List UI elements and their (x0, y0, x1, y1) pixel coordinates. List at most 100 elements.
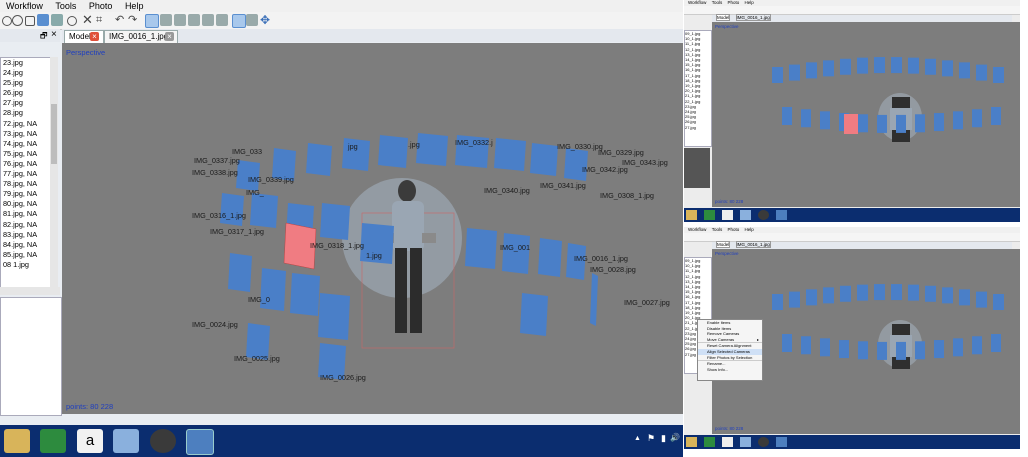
tr-menu-workflow[interactable]: Workflow (688, 0, 706, 5)
tab-model-close-icon[interactable]: × (90, 32, 99, 41)
context-menu-item[interactable]: Show Info... (698, 367, 762, 373)
photo-list-item[interactable]: 25.jpg (1, 78, 53, 88)
context-menu-item[interactable]: Move Cameras ▸ (698, 337, 762, 343)
menu-photo[interactable]: Photo (89, 0, 113, 12)
mini-camera-plane[interactable] (789, 291, 800, 308)
mini-camera-plane[interactable] (896, 114, 906, 133)
tr-tab-image[interactable]: IMG_0016_1.jpg (735, 14, 771, 21)
tr-amazon-icon[interactable] (722, 210, 733, 220)
mini-camera-plane[interactable] (891, 284, 902, 301)
camera-plane[interactable] (502, 233, 530, 274)
mini-camera-plane[interactable] (993, 294, 1004, 310)
br-menu-help[interactable]: Help (745, 227, 754, 232)
context-menu[interactable]: Enable Items Disable Items Remove Cameras M… (697, 319, 763, 381)
tr-menu-photo[interactable]: Photo (727, 0, 739, 5)
view-bottom-icon[interactable] (216, 14, 228, 26)
mini-camera-plane[interactable] (874, 57, 885, 74)
mini-camera-plane[interactable] (823, 287, 834, 304)
redo-icon[interactable]: ↷ (128, 14, 140, 26)
circle-select-icon[interactable] (12, 15, 23, 26)
photo-list-item[interactable]: 83.jpg, NA (1, 230, 53, 240)
br-film-icon[interactable] (776, 437, 787, 447)
mini-camera-plane[interactable] (858, 114, 868, 133)
tray-volume-icon[interactable]: 🔊 (670, 433, 680, 442)
mini-camera-plane[interactable] (772, 67, 783, 83)
tr-menu-help[interactable]: Help (745, 0, 754, 5)
mini-camera-plane[interactable] (858, 341, 868, 360)
view-right-icon[interactable] (188, 14, 200, 26)
mini-camera-plane[interactable] (891, 57, 902, 74)
camera-plane[interactable] (530, 143, 558, 176)
photo-list-item[interactable]: 08 1.jpg (1, 260, 53, 270)
photo-list[interactable]: 23.jpg 24.jpg 25.jpg 26.jpg 27.jpg 28.jpg 72.j… (0, 57, 54, 289)
tr-film-icon[interactable] (776, 210, 787, 220)
photo-list-item[interactable]: 81.jpg, NA (1, 209, 53, 219)
mini-camera-plane[interactable] (976, 291, 987, 308)
mini-camera-plane[interactable] (782, 107, 792, 125)
mini-camera-plane[interactable] (942, 60, 953, 77)
menu-workflow[interactable]: Workflow (6, 0, 43, 12)
region-icon[interactable] (37, 14, 49, 26)
photo-list-item[interactable]: 75.jpg, NA (1, 149, 53, 159)
excel-icon[interactable] (40, 429, 66, 453)
tab-image[interactable]: IMG_0016_1.jpg × (104, 30, 178, 44)
tr-webcam-icon[interactable] (758, 210, 769, 220)
br-menu-workflow[interactable]: Workflow (688, 227, 706, 232)
mini-camera-plane[interactable] (908, 284, 919, 301)
open-icon[interactable] (2, 16, 12, 26)
mini-selected-camera[interactable] (844, 114, 858, 134)
amazon-icon[interactable]: a (77, 429, 103, 453)
photo-list-item[interactable]: 72.jpg, NA (1, 119, 53, 129)
br-amazon-icon[interactable] (722, 437, 733, 447)
camera-plane[interactable] (306, 143, 332, 176)
mini-camera-plane[interactable] (896, 341, 906, 360)
camera-plane[interactable] (250, 193, 278, 228)
show-points-icon[interactable] (246, 14, 258, 26)
mini-camera-plane[interactable] (840, 285, 851, 302)
mini-camera-plane[interactable] (942, 287, 953, 304)
br-paint-icon[interactable] (740, 437, 751, 447)
tab-model[interactable]: Model × (64, 30, 104, 44)
folder-icon[interactable] (4, 429, 30, 453)
mini-camera-plane[interactable] (976, 64, 987, 81)
mini-camera-plane[interactable] (991, 107, 1001, 125)
mini-camera-plane[interactable] (801, 109, 811, 128)
mini-camera-plane[interactable] (840, 58, 851, 75)
scrollbar-thumb[interactable] (51, 104, 57, 164)
camera-plane[interactable] (590, 273, 598, 326)
mini-camera-plane[interactable] (953, 111, 963, 130)
mini-camera-plane[interactable] (772, 294, 783, 310)
camera-plane[interactable] (260, 268, 286, 311)
br-webcam-icon[interactable] (758, 437, 769, 447)
hscrollbar[interactable] (0, 287, 60, 295)
mini-camera-plane[interactable] (934, 340, 944, 359)
mini-camera-plane[interactable] (806, 289, 817, 306)
rect-select-icon[interactable] (25, 16, 35, 26)
mini-camera-plane[interactable] (959, 289, 970, 306)
tr-tab-model[interactable]: Model (716, 14, 731, 21)
panel-float-icon[interactable]: 🗗 (40, 30, 48, 44)
mini-camera-plane[interactable] (953, 338, 963, 357)
mini-camera-plane[interactable] (915, 341, 925, 360)
rotate-icon[interactable] (51, 14, 63, 26)
grid-view-icon[interactable] (145, 14, 159, 28)
camera-plane[interactable] (538, 238, 562, 277)
camera-plane[interactable] (320, 203, 350, 240)
tray-arrow-icon[interactable]: ▲ (634, 435, 641, 442)
tray-network-icon[interactable]: ▮ (661, 433, 666, 444)
mini-camera-plane[interactable] (877, 114, 887, 133)
photo-list-item[interactable]: 77.jpg, NA (1, 169, 53, 179)
tr-excel-icon[interactable] (704, 210, 715, 220)
mini-camera-plane[interactable] (801, 336, 811, 355)
photo-list-item[interactable]: 26.jpg (1, 88, 53, 98)
zoom-icon[interactable] (67, 16, 77, 26)
mini-camera-plane[interactable] (839, 340, 849, 359)
show-cameras-icon[interactable] (232, 14, 246, 28)
model-viewport[interactable]: Perspective points: 80 228 IMG_033 IMG_03… (62, 43, 683, 414)
camera-plane[interactable] (290, 273, 320, 316)
photo-list-scrollbar[interactable] (50, 57, 58, 287)
photo-list-item[interactable]: 27.jpg (685, 125, 711, 130)
photo-list-item[interactable]: 23.jpg (1, 58, 53, 68)
context-menu-item[interactable]: Reset Camera Alignment (698, 342, 762, 349)
panel-close-icon[interactable]: × (51, 29, 57, 40)
